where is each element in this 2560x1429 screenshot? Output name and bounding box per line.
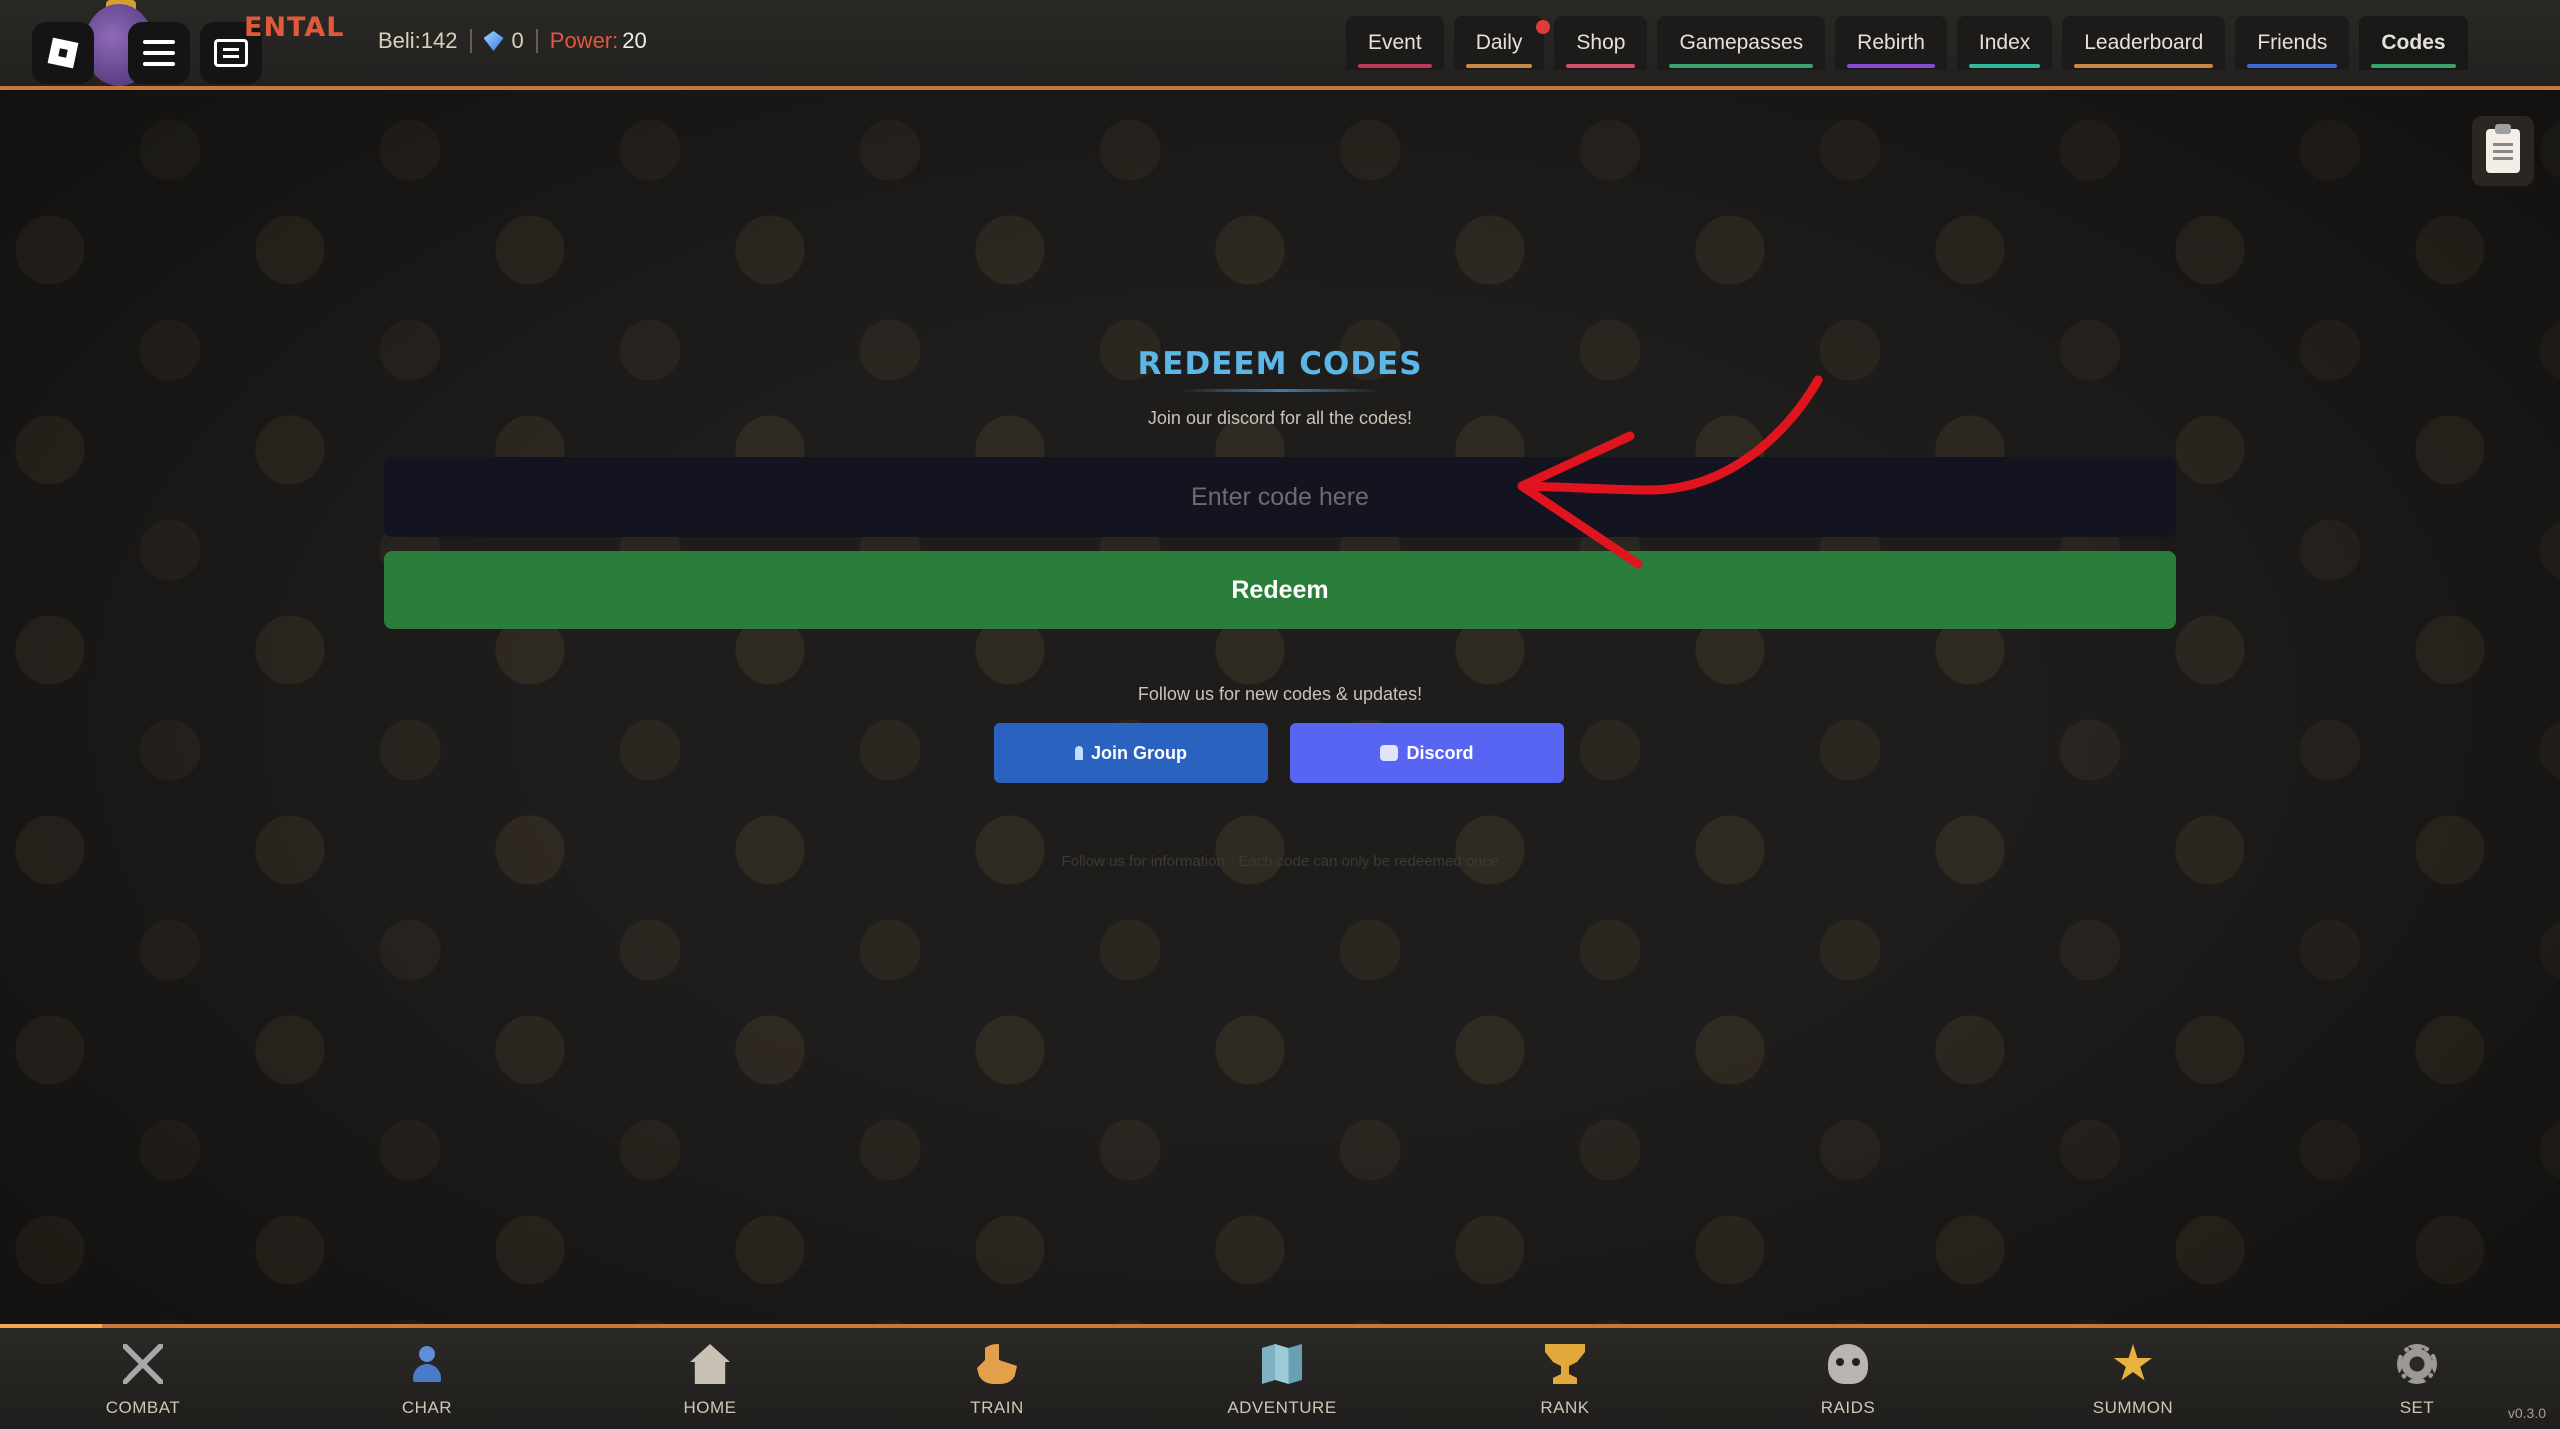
tab-shop[interactable]: Shop	[1554, 16, 1648, 70]
clipboard-icon	[2486, 124, 2520, 173]
bottom-nav: COMBAT CHAR HOME TRAIN ADVENTURE RANK RA…	[0, 1324, 2560, 1429]
notification-dot	[1536, 20, 1551, 34]
footnote: Follow us for information - Each code ca…	[1061, 853, 1499, 870]
map-icon	[1262, 1344, 1302, 1384]
page-subtitle: Join our discord for all the codes!	[1147, 408, 1413, 428]
sparkle-icon	[2113, 1344, 2153, 1381]
skull-icon	[1828, 1344, 1868, 1384]
discord-button[interactable]: Discord	[1290, 723, 1564, 783]
gems-value: 0	[511, 28, 524, 53]
roblox-menu-button[interactable]	[32, 22, 94, 84]
tab-event[interactable]: Event	[1346, 16, 1444, 70]
tab-underline	[1847, 64, 1935, 68]
power-label: Power:	[549, 28, 619, 53]
nav-train[interactable]: TRAIN	[897, 1338, 1097, 1428]
nav-combat[interactable]: COMBAT	[43, 1338, 243, 1428]
swords-icon	[123, 1344, 163, 1384]
divider	[469, 29, 472, 53]
tab-gamepasses[interactable]: Gamepasses	[1657, 16, 1826, 70]
nav-set[interactable]: SET	[2317, 1338, 2517, 1428]
tab-underline	[1465, 64, 1533, 68]
gem-icon	[483, 31, 504, 51]
divider	[535, 29, 538, 53]
tab-codes[interactable]: Codes	[2359, 16, 2468, 70]
beli-value: 142	[420, 28, 458, 53]
title-underline	[1180, 389, 1380, 392]
arrow-head	[1517, 431, 1643, 569]
home-icon	[690, 1344, 730, 1384]
tab-underline	[1358, 64, 1432, 68]
nav-char[interactable]: CHAR	[327, 1338, 527, 1428]
tab-underline	[1566, 64, 1636, 68]
beli-label: Beli:	[378, 28, 421, 53]
power-value: 20	[622, 28, 647, 53]
page-title: REDEEM CODES	[1137, 346, 1423, 382]
nav-raids[interactable]: RAIDS	[1748, 1338, 1948, 1428]
red-arrow-annotation	[1517, 375, 1823, 569]
flexed-arm-icon	[977, 1344, 1017, 1384]
join-group-button[interactable]: Join Group	[994, 723, 1268, 783]
top-tabs: Event Daily Shop Gamepasses Rebirth Inde…	[1346, 16, 2468, 70]
background-vignette	[0, 0, 2560, 1429]
progress-fill	[0, 1324, 103, 1328]
player-stats: Beli: 142 0 Power: 20	[378, 28, 647, 54]
gear-icon	[2397, 1344, 2437, 1384]
tab-rebirth[interactable]: Rebirth	[1835, 16, 1947, 70]
nav-adventure[interactable]: ADVENTURE	[1182, 1338, 1382, 1428]
join-group-label: Join Group	[1091, 742, 1187, 763]
tab-underline	[2074, 64, 2214, 68]
roblox-logo-icon	[47, 37, 79, 69]
tab-underline	[1968, 64, 2041, 68]
group-icon	[1075, 746, 1083, 760]
tab-underline	[2371, 64, 2456, 68]
redeem-button[interactable]: Redeem	[384, 551, 2176, 629]
person-icon	[407, 1344, 447, 1384]
follow-text: Follow us for new codes & updates!	[1137, 684, 1423, 704]
hamburger-menu-button[interactable]	[128, 22, 190, 84]
version-label: v0.3.0	[2507, 1405, 2546, 1421]
tab-daily[interactable]: Daily	[1453, 16, 1551, 70]
tab-underline	[2247, 64, 2338, 68]
top-bar: ENTAL Beli: 142 0 Power: 20 Event Daily …	[0, 0, 2560, 90]
game-title-fragment: ENTAL	[244, 12, 345, 43]
tab-friends[interactable]: Friends	[2235, 16, 2350, 70]
nav-rank[interactable]: RANK	[1465, 1338, 1665, 1428]
arrow-shaft	[1519, 375, 1823, 495]
trophy-icon	[1545, 1344, 1585, 1384]
code-input[interactable]	[384, 457, 2176, 537]
hamburger-icon	[143, 40, 175, 44]
clipboard-button[interactable]	[2472, 116, 2534, 186]
discord-label: Discord	[1406, 742, 1474, 763]
discord-icon	[1380, 745, 1399, 761]
tab-index[interactable]: Index	[1956, 16, 2053, 70]
nav-summon[interactable]: SUMMON	[2033, 1338, 2233, 1428]
tab-leaderboard[interactable]: Leaderboard	[2062, 16, 2226, 70]
chat-icon	[214, 39, 248, 67]
nav-home[interactable]: HOME	[610, 1338, 810, 1428]
tab-underline	[1669, 64, 1814, 68]
